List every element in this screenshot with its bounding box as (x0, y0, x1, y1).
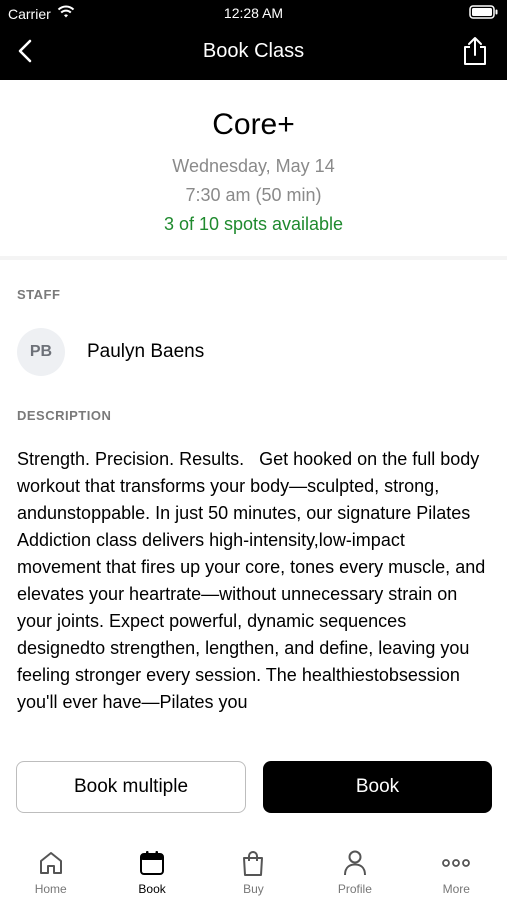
calendar-icon (138, 848, 166, 878)
profile-icon (341, 848, 369, 878)
share-icon (462, 36, 488, 71)
home-icon (37, 848, 65, 878)
nav-bar: Book Class (0, 26, 507, 80)
staff-name: Paulyn Baens (87, 341, 205, 362)
avatar: PB (17, 328, 65, 376)
book-button[interactable]: Book (263, 761, 492, 813)
shopping-bag-icon (239, 848, 267, 878)
tab-buy-label: Buy (243, 882, 264, 896)
tab-bar: Home Book Buy Profile More (0, 830, 507, 900)
tab-book[interactable]: Book (101, 830, 202, 900)
spots-available: 3 of 10 spots available (163, 214, 344, 234)
tab-more[interactable]: More (406, 830, 507, 900)
page-title: Book Class (202, 40, 305, 62)
top-bar: Carrier 12:28 AM Book Class (0, 0, 507, 80)
staff-section-label: STAFF (17, 287, 61, 302)
description-section-label: DESCRIPTION (17, 408, 112, 423)
status-time: 12:28 AM (223, 5, 284, 21)
staff-row[interactable]: PB Paulyn Baens (17, 328, 487, 376)
class-date: Wednesday, May 14 (172, 156, 335, 176)
share-button[interactable] (459, 36, 491, 70)
class-description: Strength. Precision. Results. Get hooked… (17, 449, 491, 712)
tab-more-label: More (442, 882, 470, 896)
tab-buy[interactable]: Buy (203, 830, 304, 900)
book-multiple-button[interactable]: Book multiple (16, 761, 246, 813)
more-dots-icon (442, 848, 471, 878)
tab-profile-label: Profile (337, 882, 372, 896)
tab-book-label: Book (138, 882, 166, 896)
tab-profile[interactable]: Profile (304, 830, 405, 900)
tab-home-label: Home (34, 882, 67, 896)
class-time: 7:30 am (50 min) (185, 185, 322, 205)
class-name: Core+ (212, 108, 295, 141)
battery-icon (469, 5, 499, 22)
tab-home[interactable]: Home (0, 830, 101, 900)
status-bar: Carrier 12:28 AM (0, 0, 507, 26)
class-summary: Core+ Wednesday, May 14 7:30 am (50 min)… (0, 80, 507, 260)
